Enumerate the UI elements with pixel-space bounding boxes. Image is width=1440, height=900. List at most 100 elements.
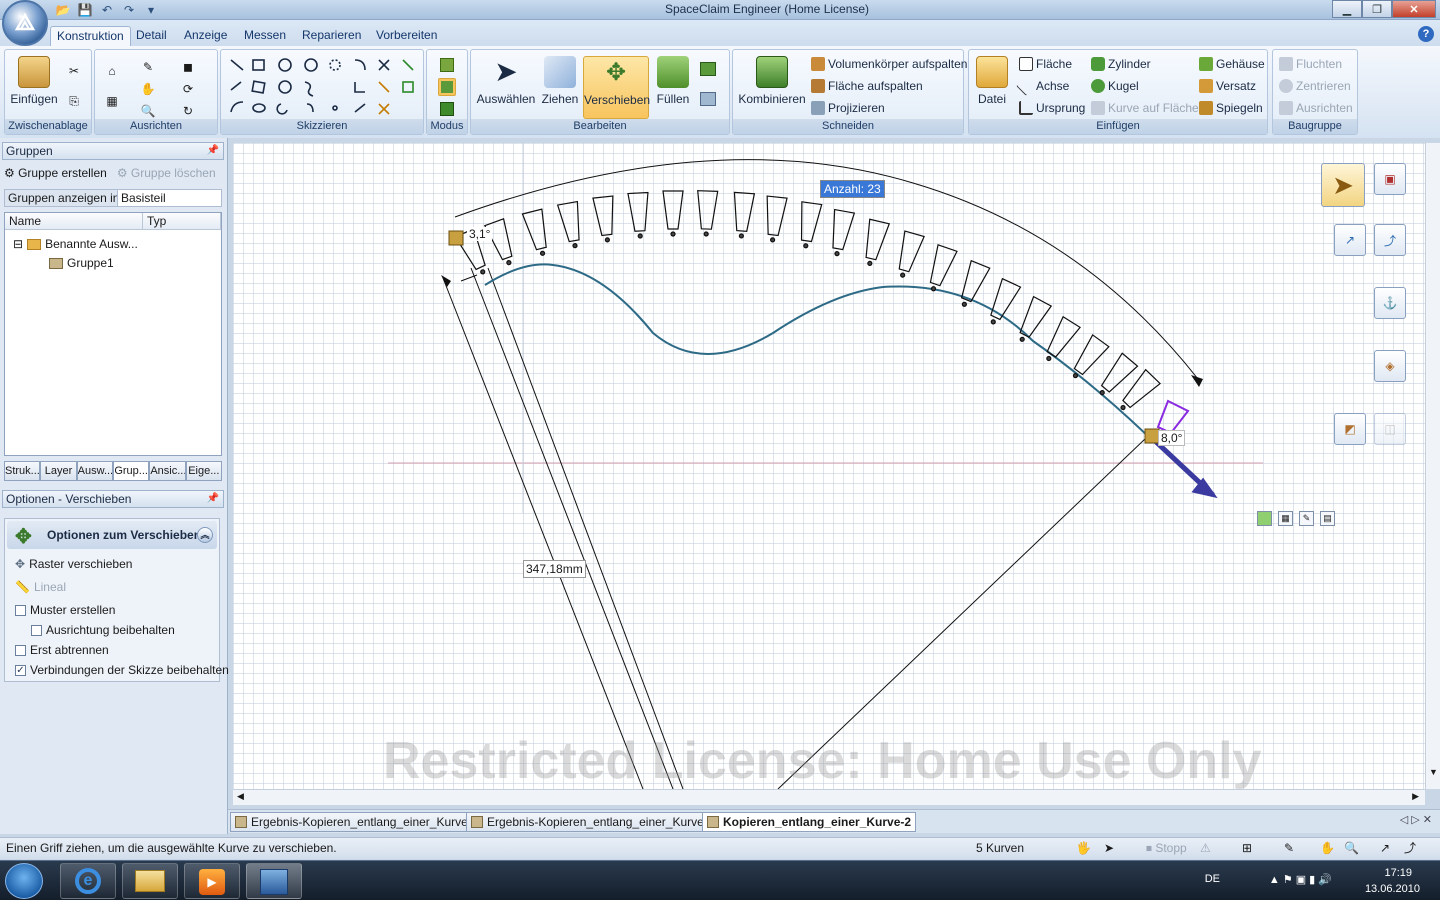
tree-item-gruppe1[interactable]: Gruppe1	[49, 256, 114, 270]
tab-reparieren[interactable]: Reparieren	[296, 26, 367, 47]
zoom-icon[interactable]: 🔍	[139, 102, 157, 120]
customize-qat-icon[interactable]: ▾	[142, 2, 160, 18]
ziehen-button[interactable]: Ziehen	[539, 56, 581, 106]
move-along-curve-button[interactable]: ⤴	[1374, 224, 1406, 256]
checkbox-verbindungen[interactable]: ✓	[15, 664, 26, 676]
tab-vorbereiten[interactable]: Vorbereiten	[370, 26, 443, 47]
kugel-button[interactable]: Kugel	[1091, 79, 1139, 93]
warning-icon[interactable]: ⚠	[1200, 838, 1211, 859]
option-muster-erstellen[interactable]: Muster erstellen	[15, 603, 115, 617]
taskbar-spaceclaim[interactable]	[246, 863, 302, 899]
fluchten-button[interactable]: Fluchten	[1279, 57, 1342, 71]
verschieben-button[interactable]: ✥ Verschieben	[583, 56, 650, 119]
checkbox-abtrennen[interactable]	[15, 644, 26, 656]
achse-button[interactable]: Achse	[1016, 76, 1069, 96]
select-body-button[interactable]: ▣	[1374, 163, 1406, 195]
select-tool-button[interactable]: ➤	[1321, 163, 1365, 207]
doc-tab-result-1[interactable]: Ergebnis-Kopieren_entlang_einer_Kurve-1	[230, 812, 484, 832]
stop-button[interactable]: ⏹ Stopp	[1146, 838, 1187, 859]
pattern-instance[interactable]	[1016, 295, 1053, 340]
pattern-instance[interactable]	[1070, 334, 1110, 377]
tab-layer[interactable]: Layer	[40, 461, 77, 481]
mini-solid-icon[interactable]	[1257, 511, 1272, 526]
tab-gruppen[interactable]: Grup...	[112, 461, 150, 481]
pattern-instance[interactable]	[763, 195, 788, 237]
option-ausrichtung-beibehalten[interactable]: Ausrichtung beibehalten	[31, 623, 175, 637]
delete-group-button[interactable]: ⚙ Gruppe löschen	[117, 166, 216, 180]
pattern-instance[interactable]	[1119, 368, 1161, 411]
collapse-icon[interactable]: ︽	[197, 527, 213, 543]
clock-time[interactable]: 17:19	[1384, 867, 1412, 879]
curve-status-icon[interactable]: ⤴	[1404, 838, 1416, 859]
pattern-instance[interactable]	[957, 259, 991, 304]
column-type[interactable]: Typ	[143, 213, 221, 229]
zylinder-button[interactable]: Zylinder	[1091, 57, 1151, 71]
zoom-status-icon[interactable]: 🔍	[1344, 838, 1359, 859]
clock-date[interactable]: 13.06.2010	[1365, 883, 1420, 895]
undo-icon[interactable]: ↶	[98, 2, 116, 18]
tab-detail[interactable]: Detail	[130, 26, 173, 47]
tab-auswahl[interactable]: Ausw...	[76, 461, 113, 481]
datei-button[interactable]: Datei	[973, 56, 1011, 106]
pattern-instance[interactable]	[592, 195, 617, 237]
option-verbindungen-beibehalten[interactable]: ✓ Verbindungen der Skizze beibehalten	[15, 663, 229, 677]
kurve-auf-flaeche-button[interactable]: Kurve auf Fläche	[1091, 101, 1199, 115]
maximize-button[interactable]: ❐	[1362, 0, 1392, 18]
rotate-icon[interactable]: ↻	[179, 102, 197, 120]
versatz-button[interactable]: Versatz	[1199, 79, 1256, 93]
ruler-tool-button[interactable]: ◩	[1334, 413, 1366, 445]
tab-konstruktion[interactable]: Konstruktion	[50, 26, 131, 47]
minimize-button[interactable]: ▁	[1332, 0, 1362, 18]
pin-icon[interactable]: 📌	[207, 491, 219, 507]
tab-ansichten[interactable]: Ansic...	[149, 461, 186, 481]
gehaeuse-button[interactable]: Gehäuse	[1199, 57, 1265, 71]
einfuegen-button[interactable]: Einfügen	[9, 56, 59, 106]
horizontal-scrollbar[interactable]: ◀ ▶	[233, 789, 1425, 805]
hand-status-icon[interactable]: ✋	[1320, 838, 1335, 859]
tree-item-named-selections[interactable]: ⊟ Benannte Ausw...	[13, 237, 138, 251]
tab-messen[interactable]: Messen	[238, 26, 292, 47]
show-groups-in-field[interactable]: Basisteil	[117, 190, 221, 206]
copy-icon[interactable]: ⎘	[65, 92, 83, 110]
disabled-tool-button[interactable]: ◫	[1374, 413, 1406, 445]
vertical-scrollbar[interactable]: ▼	[1425, 143, 1440, 789]
language-indicator[interactable]: DE	[1205, 873, 1220, 885]
angle-label-right[interactable]: 8,0°	[1158, 430, 1186, 446]
volumen-aufspalten-button[interactable]: Volumenkörper aufspalten	[811, 57, 967, 71]
column-name[interactable]: Name	[5, 213, 143, 229]
orient-tool-button[interactable]: ◈	[1374, 350, 1406, 382]
close-button[interactable]: ✕	[1392, 0, 1436, 18]
selected-curve[interactable]	[484, 263, 1154, 442]
lock-icon[interactable]	[448, 230, 464, 246]
flaeche-aufspalten-button[interactable]: Fläche aufspalten	[811, 79, 923, 93]
doc-tab-active[interactable]: Kopieren_entlang_einer_Kurve-2	[702, 812, 917, 832]
flaeche-button[interactable]: Fläche	[1019, 57, 1072, 71]
sketch-plane-icon[interactable]: ✎	[139, 58, 157, 76]
auswaehlen-button[interactable]: ➤ Auswählen	[475, 56, 537, 106]
pin-icon[interactable]: 📌	[207, 143, 219, 159]
pattern-instances[interactable]	[454, 190, 1161, 411]
pattern-instance[interactable]	[556, 200, 584, 243]
pattern-instance[interactable]	[1043, 315, 1081, 360]
create-group-button[interactable]: ⚙ Gruppe erstellen	[4, 166, 107, 180]
pattern-instance[interactable]	[894, 230, 925, 273]
sketch-status-icon[interactable]: ✎	[1284, 838, 1294, 859]
dimension-label[interactable]: 347,18mm	[523, 560, 586, 578]
app-menu-button[interactable]	[2, 0, 48, 46]
canvas-drawing[interactable]	[233, 143, 1425, 789]
pan-icon[interactable]: ✋	[139, 80, 157, 98]
pattern-instance[interactable]	[732, 191, 756, 232]
checkbox-ausrichtung[interactable]	[31, 624, 42, 636]
sketch-tools-icons[interactable]	[223, 52, 423, 120]
home-view-icon[interactable]: ⌂	[103, 62, 121, 80]
kombinieren-button[interactable]: Kombinieren	[737, 56, 807, 106]
taskbar-media-player[interactable]: ▶	[184, 863, 240, 899]
tray-icons[interactable]: ▲ ⚑ ▣ ▮ 🔊	[1269, 873, 1332, 886]
pattern-instance[interactable]	[662, 190, 684, 230]
spiegeln-button[interactable]: Spiegeln	[1199, 101, 1263, 115]
checkbox-muster[interactable]	[15, 604, 26, 616]
pattern-instance[interactable]	[861, 218, 891, 261]
plan-view-icon[interactable]: ▦	[103, 92, 121, 110]
combine-small-icon[interactable]	[699, 60, 717, 78]
3d-mode-icon[interactable]	[438, 100, 456, 118]
